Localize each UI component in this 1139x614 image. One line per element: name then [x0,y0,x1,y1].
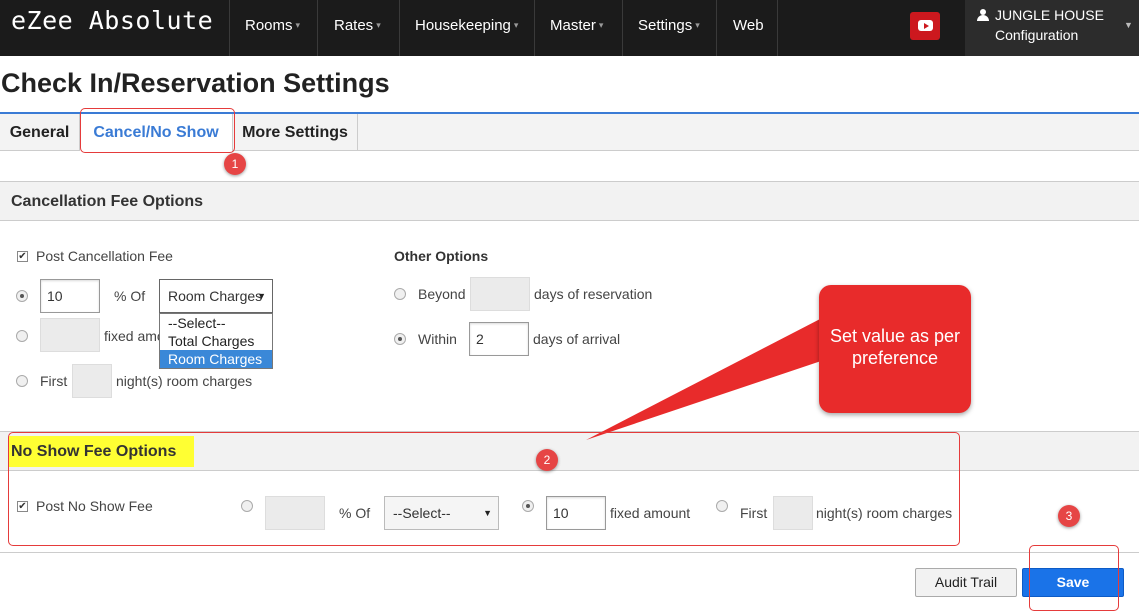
annotation-box-save [1029,545,1119,611]
annotation-badge-1: 1 [224,153,246,175]
callout-note: Set value as per preference [819,285,971,413]
annotation-box-tab [80,108,235,153]
callout-arrow [586,318,830,440]
annotation-box-noshow [8,432,960,546]
annotation-badge-2: 2 [536,449,558,471]
annotation-badge-3: 3 [1058,505,1080,527]
